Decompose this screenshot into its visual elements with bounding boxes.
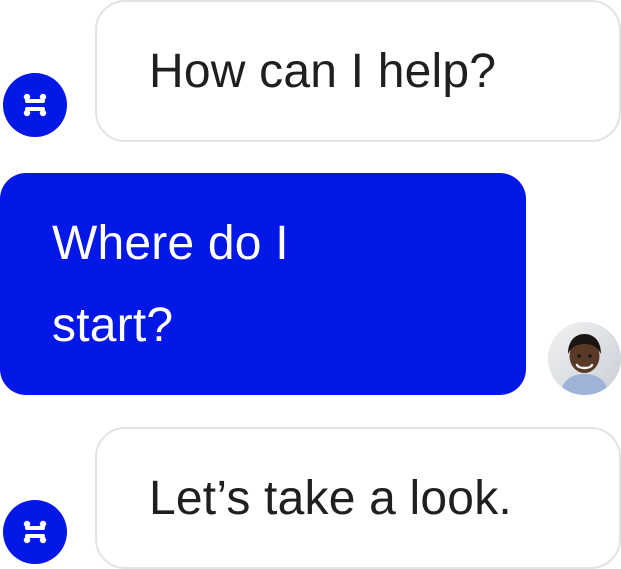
assistant-logo-icon	[23, 520, 47, 544]
assistant-avatar-icon	[3, 500, 67, 564]
assistant-message-text: How can I help?	[149, 44, 497, 98]
user-avatar	[548, 322, 621, 395]
user-message-text: Where do I start?	[52, 217, 289, 352]
assistant-message-text: Let’s take a look.	[149, 471, 512, 525]
assistant-message-bubble: Let’s take a look.	[95, 427, 621, 569]
user-avatar-photo	[548, 322, 621, 395]
assistant-logo-icon	[23, 93, 47, 117]
assistant-avatar-icon	[3, 73, 67, 137]
assistant-message-bubble: How can I help?	[95, 0, 621, 142]
user-message-bubble: Where do I start?	[0, 173, 526, 395]
